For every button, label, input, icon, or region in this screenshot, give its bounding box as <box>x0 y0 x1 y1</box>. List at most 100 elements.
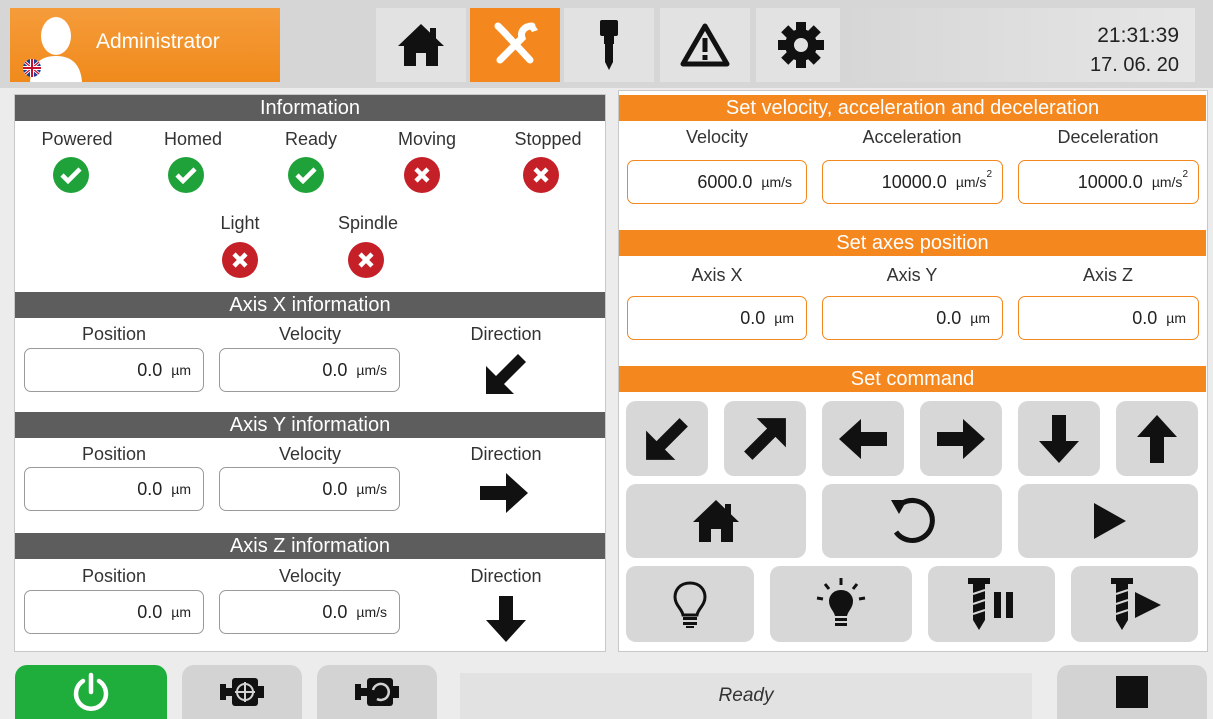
unit-label: µm <box>171 362 191 378</box>
unit-label: µm <box>171 604 191 620</box>
power-button[interactable] <box>15 665 167 719</box>
axis-x-position-field: 0.0 µm <box>24 348 204 392</box>
tab-spindle[interactable] <box>564 8 654 82</box>
axis-z-velocity-label: Velocity <box>278 566 342 586</box>
tab-warnings[interactable] <box>660 8 750 82</box>
axis-y-velocity-label: Velocity <box>278 444 342 464</box>
axis-y-position-field: 0.0 µm <box>24 467 204 511</box>
reset-icon <box>891 498 935 543</box>
warning-icon <box>680 23 730 67</box>
light-on-icon <box>816 578 866 626</box>
home-icon <box>398 24 444 66</box>
check-icon <box>288 157 324 193</box>
deceleration-value: 10000.0 <box>1077 171 1143 192</box>
spindle-start-button[interactable] <box>1071 566 1198 642</box>
unit-label: µm <box>171 481 191 497</box>
start-button[interactable] <box>1018 484 1198 558</box>
axis-x-position-label: Position <box>81 324 147 344</box>
user-area[interactable]: Administrator <box>10 8 280 82</box>
clock-area: 21:31:39 17. 06. 20 <box>840 8 1195 82</box>
tab-home[interactable] <box>376 8 466 82</box>
light-off-button[interactable] <box>626 566 754 642</box>
motor-target-button[interactable] <box>182 665 302 719</box>
axis-y-velocity-value: 0.0 <box>322 478 348 499</box>
status-label-ready: Ready <box>284 129 338 149</box>
tab-settings[interactable] <box>756 8 846 82</box>
arrow-down-icon <box>486 596 526 642</box>
deceleration-label: Deceleration <box>1057 127 1159 147</box>
move-down-button[interactable] <box>1018 401 1100 476</box>
status-label-stopped: Stopped <box>514 129 582 149</box>
spindle-play-icon <box>1110 578 1161 630</box>
axis-x-velocity-field: 0.0 µm/s <box>219 348 400 392</box>
axis-x-label: Axis X <box>691 265 743 285</box>
check-icon <box>168 157 204 193</box>
axis-x-direction-label: Direction <box>470 324 542 344</box>
tools-icon <box>494 22 538 64</box>
unit-exponent: 2 <box>986 169 992 180</box>
arrow-down-icon <box>1039 414 1079 463</box>
move-up-right-button[interactable] <box>724 401 806 476</box>
info-header: Information <box>15 95 605 121</box>
unit-label: µm/s <box>356 481 387 497</box>
reset-button[interactable] <box>822 484 1002 558</box>
clock-time: 21:31:39 <box>1097 24 1179 47</box>
status-label-spindle: Spindle <box>337 213 399 233</box>
tab-tools[interactable] <box>470 8 560 82</box>
unit-label: µm/s <box>1151 174 1183 190</box>
axis-y-header: Axis Y information <box>15 412 605 438</box>
acceleration-input[interactable]: 10000.0 µm/s 2 <box>822 160 1003 204</box>
home-axes-button[interactable] <box>626 484 806 558</box>
unit-label: µm <box>774 310 794 326</box>
stop-icon <box>1116 676 1148 708</box>
power-icon <box>73 672 109 711</box>
axis-y-input[interactable]: 0.0 µm <box>822 296 1003 340</box>
status-bar: Ready <box>460 673 1032 719</box>
axis-z-input[interactable]: 0.0 µm <box>1018 296 1199 340</box>
move-right-button[interactable] <box>920 401 1002 476</box>
move-up-button[interactable] <box>1116 401 1198 476</box>
axis-y-velocity-field: 0.0 µm/s <box>219 467 400 511</box>
axis-x-value: 0.0 <box>740 307 766 328</box>
motor-target-icon <box>220 678 264 706</box>
move-left-button[interactable] <box>822 401 904 476</box>
gear-icon <box>778 22 824 68</box>
unit-label: µm/s <box>356 362 387 378</box>
stop-button[interactable] <box>1057 665 1207 719</box>
motor-rotate-icon <box>355 678 399 706</box>
check-icon <box>53 157 89 193</box>
arrow-up-right-icon <box>744 417 786 460</box>
unit-exponent: 2 <box>1182 169 1188 180</box>
axis-y-direction-label: Direction <box>470 444 542 464</box>
arrow-up-icon <box>1137 414 1177 463</box>
axis-y-position-value: 0.0 <box>137 478 163 499</box>
light-off-icon <box>673 581 707 628</box>
unit-label: µm <box>970 310 990 326</box>
axis-y-value: 0.0 <box>936 307 962 328</box>
velocity-input[interactable]: 6000.0 µm/s <box>627 160 807 204</box>
spindle-pause-button[interactable] <box>928 566 1055 642</box>
command-header: Set command <box>619 366 1206 392</box>
motor-rotate-button[interactable] <box>317 665 437 719</box>
axis-z-position-label: Position <box>81 566 147 586</box>
axis-x-input[interactable]: 0.0 µm <box>627 296 807 340</box>
unit-label: µm/s <box>356 604 387 620</box>
velocity-label: Velocity <box>685 127 749 147</box>
deceleration-input[interactable]: 10000.0 µm/s 2 <box>1018 160 1199 204</box>
axis-x-position-value: 0.0 <box>137 359 163 380</box>
axis-z-position-field: 0.0 µm <box>24 590 204 634</box>
error-icon <box>404 157 440 193</box>
acceleration-label: Acceleration <box>862 127 962 147</box>
uk-flag-icon[interactable] <box>22 58 42 78</box>
axis-x-velocity-value: 0.0 <box>322 359 348 380</box>
arrow-down-left-icon <box>486 354 526 394</box>
arrow-down-left-icon <box>646 417 688 460</box>
axes-position-header: Set axes position <box>619 230 1206 256</box>
spindle-pause-icon <box>967 578 1013 630</box>
light-on-button[interactable] <box>770 566 912 642</box>
status-row: Powered Homed Ready Moving Stopped <box>15 125 605 205</box>
axis-y-position-label: Position <box>81 444 147 464</box>
unit-label: µm/s <box>955 174 987 190</box>
move-down-left-button[interactable] <box>626 401 708 476</box>
acceleration-value: 10000.0 <box>881 171 947 192</box>
